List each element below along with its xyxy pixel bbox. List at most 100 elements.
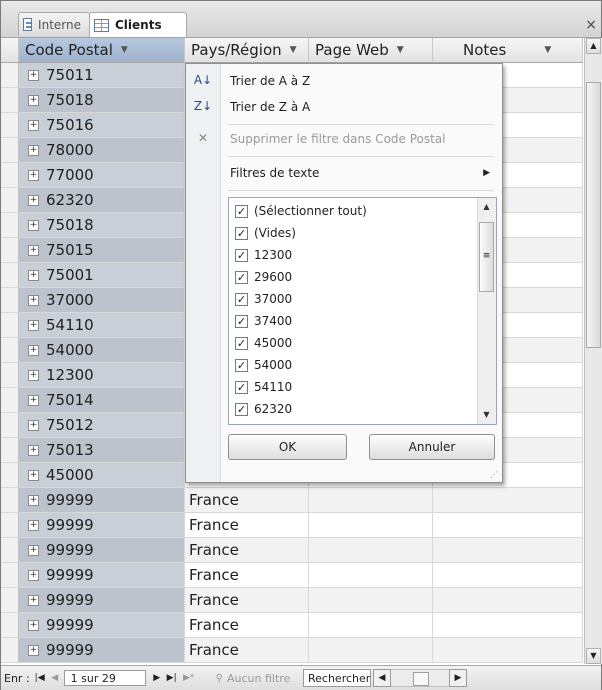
tab-clients[interactable]: Clients xyxy=(89,12,187,37)
row-selector[interactable] xyxy=(1,588,19,613)
scroll-down-icon[interactable]: ▼ xyxy=(479,407,494,423)
filter-value-list[interactable]: ✓ (Sélectionner tout) ✓ (Vides) ✓ 12300 ✓ 29600… xyxy=(228,197,497,425)
cell-code-postal[interactable]: +78000 xyxy=(19,138,185,163)
first-record-icon[interactable]: |◀ xyxy=(32,670,48,686)
checkbox[interactable]: ✓ xyxy=(235,292,248,306)
search-input[interactable]: Rechercher xyxy=(302,669,371,687)
scroll-up-icon[interactable]: ▲ xyxy=(586,38,601,54)
expand-icon[interactable]: + xyxy=(28,169,39,181)
expand-icon[interactable]: + xyxy=(28,294,39,306)
filter-status-label[interactable]: Aucun filtre xyxy=(227,672,303,685)
expand-icon[interactable]: + xyxy=(28,419,39,431)
cell-web[interactable] xyxy=(309,638,433,663)
menu-item-sort-asc[interactable]: Trier de A à Z xyxy=(220,68,500,94)
cell-code-postal[interactable]: +75013 xyxy=(19,438,185,463)
cell-pays[interactable]: France xyxy=(185,588,309,613)
column-header-pays-region[interactable]: Pays/Région ▼ xyxy=(185,38,309,63)
column-header-notes[interactable]: Notes ▼ xyxy=(433,38,583,63)
cell-code-postal[interactable]: +99999 xyxy=(19,638,185,663)
expand-icon[interactable]: + xyxy=(28,144,39,156)
cell-code-postal[interactable]: +54000 xyxy=(19,338,185,363)
row-selector[interactable] xyxy=(1,513,19,538)
row-selector[interactable] xyxy=(1,563,19,588)
filter-checkbox-item[interactable]: ✓ 62320 xyxy=(235,398,292,420)
expand-icon[interactable]: + xyxy=(28,494,39,506)
row-selector[interactable] xyxy=(1,613,19,638)
checkbox[interactable]: ✓ xyxy=(235,248,248,262)
cell-pays[interactable]: France xyxy=(185,613,309,638)
cell-code-postal[interactable]: +99999 xyxy=(19,588,185,613)
checkbox[interactable]: ✓ xyxy=(235,380,248,394)
checkbox[interactable]: ✓ xyxy=(235,204,248,218)
cell-code-postal[interactable]: +54110 xyxy=(19,313,185,338)
row-selector[interactable] xyxy=(1,163,19,188)
cell-code-postal[interactable]: +75012 xyxy=(19,413,185,438)
row-selector[interactable] xyxy=(1,463,19,488)
new-record-icon[interactable]: ▶* xyxy=(180,670,198,686)
checkbox[interactable]: ✓ xyxy=(235,336,248,350)
cell-code-postal[interactable]: +12300 xyxy=(19,363,185,388)
cell-code-postal[interactable]: +37000 xyxy=(19,288,185,313)
expand-icon[interactable]: + xyxy=(28,394,39,406)
vertical-scrollbar[interactable]: ▲ ▼ xyxy=(584,38,602,664)
last-record-icon[interactable]: ▶| xyxy=(164,670,180,686)
checkbox[interactable]: ✓ xyxy=(235,358,248,372)
cell-web[interactable] xyxy=(309,488,433,513)
expand-icon[interactable]: + xyxy=(28,519,39,531)
cell-notes[interactable] xyxy=(433,613,583,638)
filter-checkbox-item[interactable]: ✓ 29600 xyxy=(235,266,292,288)
expand-icon[interactable]: + xyxy=(28,569,39,581)
cell-code-postal[interactable]: +45000 xyxy=(19,463,185,488)
expand-icon[interactable]: + xyxy=(28,644,39,656)
cell-code-postal[interactable]: +75018 xyxy=(19,213,185,238)
cell-code-postal[interactable]: +75018 xyxy=(19,88,185,113)
row-selector[interactable] xyxy=(1,263,19,288)
expand-icon[interactable]: + xyxy=(28,269,39,281)
scroll-down-icon[interactable]: ▼ xyxy=(586,648,601,664)
cell-notes[interactable] xyxy=(433,563,583,588)
row-selector[interactable] xyxy=(1,138,19,163)
next-record-icon[interactable]: ▶ xyxy=(150,670,164,686)
expand-icon[interactable]: + xyxy=(28,69,39,81)
cell-notes[interactable] xyxy=(433,588,583,613)
cell-pays[interactable]: France xyxy=(185,488,309,513)
cell-web[interactable] xyxy=(309,513,433,538)
checkbox[interactable]: ✓ xyxy=(235,226,248,240)
filter-checkbox-item[interactable]: ✓ (Vides) xyxy=(235,222,296,244)
cell-code-postal[interactable]: +75016 xyxy=(19,113,185,138)
cell-code-postal[interactable]: +99999 xyxy=(19,513,185,538)
cell-code-postal[interactable]: +99999 xyxy=(19,538,185,563)
row-selector[interactable] xyxy=(1,313,19,338)
cell-code-postal[interactable]: +99999 xyxy=(19,613,185,638)
row-selector[interactable] xyxy=(1,388,19,413)
previous-record-icon[interactable]: ◀ xyxy=(48,670,62,686)
expand-icon[interactable]: + xyxy=(28,544,39,556)
cell-code-postal[interactable]: +99999 xyxy=(19,563,185,588)
cell-web[interactable] xyxy=(309,588,433,613)
cell-code-postal[interactable]: +75001 xyxy=(19,263,185,288)
row-selector[interactable] xyxy=(1,213,19,238)
filter-checkbox-item[interactable]: ✓ 37400 xyxy=(235,310,292,332)
menu-item-sort-desc[interactable]: Trier de Z à A xyxy=(220,94,500,120)
current-record-field[interactable]: 1 sur 29 xyxy=(63,670,146,686)
scroll-thumb[interactable]: ≡ xyxy=(479,222,494,292)
cell-notes[interactable] xyxy=(433,638,583,663)
scroll-up-icon[interactable]: ▲ xyxy=(479,199,494,215)
scroll-left-icon[interactable]: ◀ xyxy=(372,669,391,687)
expand-icon[interactable]: + xyxy=(28,369,39,381)
row-selector[interactable] xyxy=(1,63,19,88)
select-all-corner[interactable] xyxy=(1,38,19,63)
cell-code-postal[interactable]: +62320 xyxy=(19,188,185,213)
expand-icon[interactable]: + xyxy=(28,469,39,481)
tab-interne[interactable]: Interne xyxy=(18,12,90,36)
filter-checkbox-item[interactable]: ✓ 54110 xyxy=(235,376,292,398)
menu-item-text-filters[interactable]: Filtres de texte ▶ xyxy=(220,160,500,186)
expand-icon[interactable]: + xyxy=(28,219,39,231)
filter-checkbox-item[interactable]: ✓ 45000 xyxy=(235,332,292,354)
checkbox[interactable]: ✓ xyxy=(235,270,248,284)
cell-web[interactable] xyxy=(309,563,433,588)
row-selector[interactable] xyxy=(1,88,19,113)
row-selector[interactable] xyxy=(1,638,19,663)
cell-code-postal[interactable]: +75011 xyxy=(19,63,185,88)
dropdown-arrow-icon[interactable]: ▼ xyxy=(397,45,404,55)
